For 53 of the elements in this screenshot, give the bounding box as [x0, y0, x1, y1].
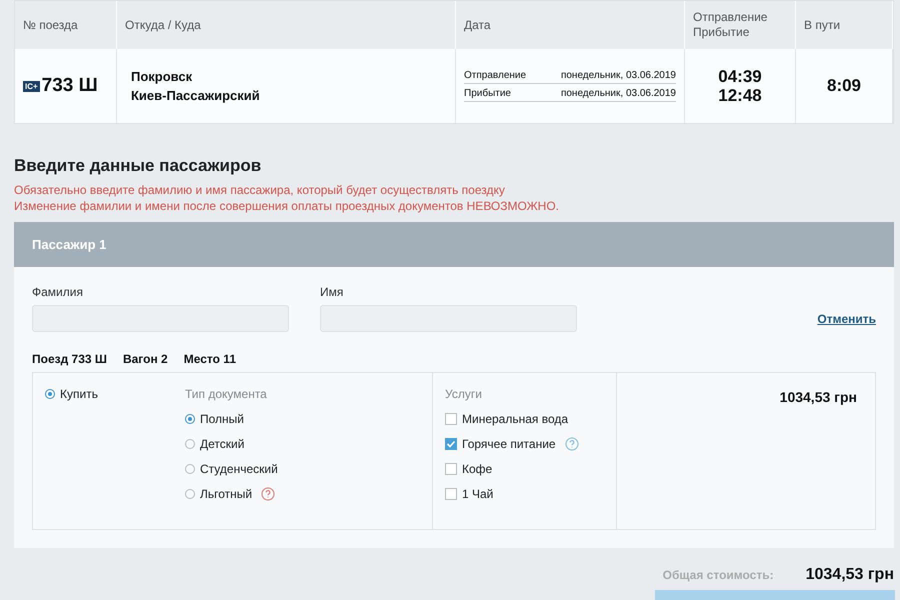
- date-label: Отправление: [464, 70, 526, 81]
- group-title: Услуги: [445, 387, 483, 401]
- column-header: № поезда: [15, 1, 117, 49]
- column-header: В пути: [796, 1, 893, 49]
- checkbox[interactable]: [445, 413, 457, 425]
- passenger-header: Пассажир 1: [14, 222, 894, 267]
- train-number: 733 Ш: [42, 75, 98, 97]
- total-price: 1034,53 грн: [806, 566, 894, 584]
- warning-text: Изменение фамилии и имени после совершения оплаты проездных документов НЕВОЗМОЖНО.: [14, 198, 560, 214]
- help-icon[interactable]: [261, 487, 276, 501]
- checkbox-label: Минеральная вода: [462, 412, 568, 426]
- radio-label: Детский: [200, 437, 244, 451]
- input-field[interactable]: [320, 305, 577, 332]
- train-class-badge: IC+: [23, 80, 40, 92]
- seat-info: Место 11: [184, 352, 236, 366]
- column-header: Дата: [456, 1, 685, 49]
- checkbox-label: 1 Чай: [462, 487, 494, 501]
- help-icon[interactable]: [564, 437, 579, 451]
- to-station: Киев-Пассажирский: [131, 88, 260, 103]
- radio-button[interactable]: [185, 489, 195, 499]
- checkbox[interactable]: [445, 488, 457, 500]
- total-label: Общая стоимость:: [662, 568, 774, 582]
- seat-info: Вагон 2: [122, 352, 168, 366]
- group-title: Тип документа: [185, 387, 268, 401]
- section-title: Введите данные пассажиров: [14, 156, 262, 176]
- date-value: понедельник, 03.06.2019: [560, 70, 676, 81]
- ticket-price: 1034,53 грн: [616, 373, 875, 529]
- input-field[interactable]: [32, 305, 289, 332]
- radio-button[interactable]: [185, 414, 195, 424]
- checkbox[interactable]: [445, 438, 457, 450]
- departure-time: 04:39: [718, 67, 762, 86]
- column-header: Откуда / Куда: [117, 1, 456, 49]
- radio-button[interactable]: [45, 389, 55, 399]
- radio-label: Льготный: [200, 487, 252, 501]
- cancel-link[interactable]: Отменить: [817, 312, 876, 326]
- seat-info: Поезд 733 Ш: [32, 352, 107, 366]
- radio-button[interactable]: [185, 464, 195, 474]
- radio-label: Полный: [200, 412, 244, 426]
- travel-duration: 8:09: [826, 76, 862, 96]
- radio-button[interactable]: [185, 439, 195, 449]
- checkbox[interactable]: [445, 463, 457, 475]
- from-station: Покровск: [131, 69, 194, 84]
- date-value: понедельник, 03.06.2019: [560, 88, 676, 99]
- checkbox-label: Кофе: [462, 462, 492, 476]
- radio-label: Купить: [60, 387, 98, 401]
- date-label: Прибытие: [464, 88, 511, 99]
- warning-text: Обязательно введите фамилию и имя пассажира, который будет осуществлять поездку: [14, 182, 506, 198]
- column-header: Отправление Прибытие: [685, 1, 796, 49]
- arrival-time: 12:48: [718, 86, 762, 105]
- radio-label: Студенческий: [200, 462, 278, 476]
- field-label: Имя: [320, 285, 344, 299]
- checkbox-label: Горячее питание: [462, 437, 556, 451]
- field-label: Фамилия: [32, 285, 84, 299]
